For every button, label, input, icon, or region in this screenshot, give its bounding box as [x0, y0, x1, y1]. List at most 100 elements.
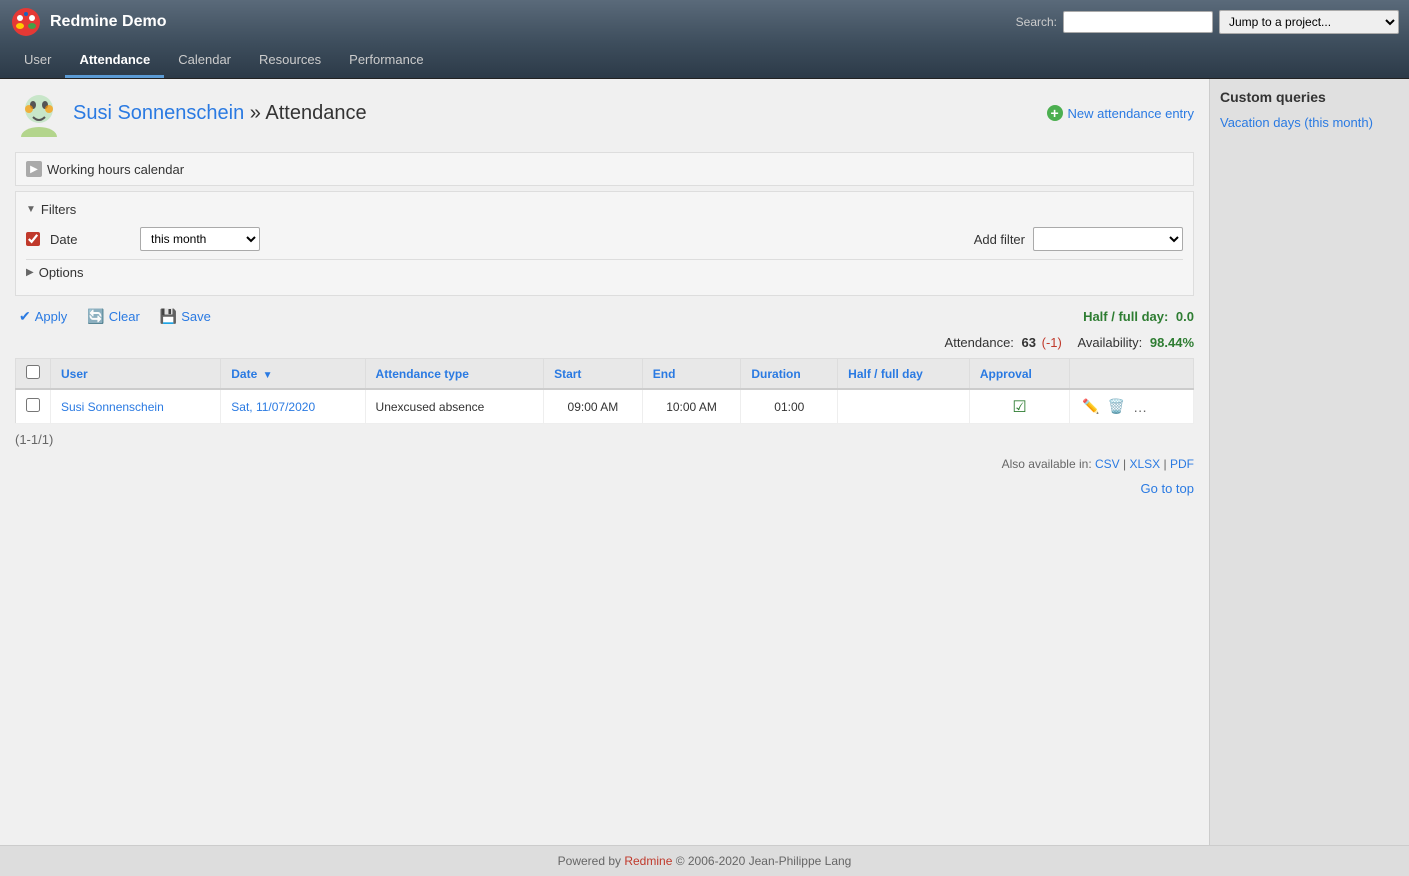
select-all-checkbox[interactable] — [26, 365, 40, 379]
clear-button[interactable]: 🔄 Clear — [83, 306, 144, 327]
options-label: Options — [39, 265, 84, 280]
plus-icon: + — [1047, 105, 1063, 121]
availability-label: Availability: — [1077, 335, 1142, 350]
date-filter-checkbox[interactable] — [26, 232, 40, 246]
row-duration-cell: 01:00 — [741, 389, 838, 424]
th-attendance-type-label: Attendance type — [376, 367, 469, 381]
nav-item-resources[interactable]: Resources — [245, 44, 335, 78]
row-end-cell: 10:00 AM — [642, 389, 741, 424]
row-user-link[interactable]: Susi Sonnenschein — [61, 400, 164, 414]
row-date-cell: Sat, 11/07/2020 — [221, 389, 365, 424]
date-filter-row: Date this month last month this week las… — [26, 227, 1183, 251]
content-wrapper: Susi Sonnenschein » Attendance + New att… — [0, 79, 1409, 845]
pagination: (1-1/1) — [15, 432, 1194, 447]
th-approval[interactable]: Approval — [969, 359, 1069, 390]
clear-label: Clear — [109, 309, 140, 324]
footer-brand-link[interactable]: Redmine — [624, 854, 672, 868]
attendance-table: User Date ▼ Attendance type Start End — [15, 358, 1194, 424]
th-start-label: Start — [554, 367, 581, 381]
th-checkbox — [16, 359, 51, 390]
export-pdf-link[interactable]: PDF — [1170, 457, 1194, 471]
left-actions: ✔ Apply 🔄 Clear 💾 Save — [15, 306, 215, 327]
go-to-top-link[interactable]: Go to top — [1141, 481, 1194, 496]
search-label: Search: — [1016, 15, 1057, 29]
sidebar-vacation-link[interactable]: Vacation days (this month) — [1220, 113, 1399, 132]
working-hours-section: ▶ Working hours calendar — [15, 152, 1194, 186]
nav-item-calendar[interactable]: Calendar — [164, 44, 245, 78]
th-start[interactable]: Start — [544, 359, 643, 390]
row-attendance-type-cell: Unexcused absence — [365, 389, 544, 424]
row-approval-cell: ☑ — [969, 389, 1069, 424]
logo-area: Redmine Demo — [10, 6, 166, 38]
project-jump-select[interactable]: Jump to a project... — [1219, 10, 1399, 34]
row-duration: 01:00 — [774, 400, 804, 414]
footer-text-before: Powered by — [558, 854, 625, 868]
new-attendance-entry-button[interactable]: + New attendance entry — [1047, 105, 1194, 121]
row-select-checkbox[interactable] — [26, 398, 40, 412]
row-action-buttons: ✏️ 🗑️ … — [1080, 396, 1183, 417]
working-hours-label: Working hours calendar — [47, 162, 184, 177]
th-half-full-day[interactable]: Half / full day — [838, 359, 970, 390]
search-area: Search: Jump to a project... — [1016, 10, 1399, 34]
half-full-day-display: Half / full day: 0.0 — [1083, 309, 1194, 324]
apply-button[interactable]: ✔ Apply — [15, 306, 71, 327]
page-title-area: Susi Sonnenschein » Attendance — [15, 89, 367, 137]
edit-row-button[interactable]: ✏️ — [1080, 396, 1101, 417]
th-duration-label: Duration — [751, 367, 800, 381]
date-filter-label: Date — [50, 232, 130, 247]
footer: Powered by Redmine © 2006-2020 Jean-Phil… — [0, 845, 1409, 876]
attendance-change: (-1) — [1042, 335, 1062, 350]
export-sep2: | — [1164, 457, 1167, 471]
th-attendance-type[interactable]: Attendance type — [365, 359, 544, 390]
apply-label: Apply — [35, 309, 68, 324]
filters-header[interactable]: ▼ Filters — [26, 202, 1183, 217]
footer-text-after: © 2006-2020 Jean-Philippe Lang — [672, 854, 851, 868]
page-section: Attendance — [265, 102, 366, 124]
sidebar-title: Custom queries — [1220, 89, 1399, 105]
row-half-full-day-cell — [838, 389, 970, 424]
search-input[interactable] — [1063, 11, 1213, 33]
actions-bar: ✔ Apply 🔄 Clear 💾 Save Half / full day: … — [15, 306, 1194, 327]
save-button[interactable]: 💾 Save — [156, 306, 215, 327]
attendance-label: Attendance: — [945, 335, 1014, 350]
th-duration[interactable]: Duration — [741, 359, 838, 390]
row-attendance-type: Unexcused absence — [376, 400, 485, 414]
add-filter-label: Add filter — [974, 232, 1025, 247]
page-header: Susi Sonnenschein » Attendance + New att… — [15, 89, 1194, 137]
nav-item-user[interactable]: User — [10, 44, 65, 78]
date-filter-select[interactable]: this month last month this week last wee… — [140, 227, 260, 251]
filters-label: Filters — [41, 202, 76, 217]
working-hours-expand-button[interactable]: ▶ — [26, 161, 42, 177]
user-breadcrumb-link[interactable]: Susi Sonnenschein — [73, 102, 244, 124]
th-date[interactable]: Date ▼ — [221, 359, 365, 390]
app-title: Redmine Demo — [50, 13, 166, 31]
export-sep1: | — [1123, 457, 1126, 471]
export-xlsx-link[interactable]: XLSX — [1130, 457, 1161, 471]
row-date-link[interactable]: Sat, 11/07/2020 — [231, 400, 315, 414]
table-header-row: User Date ▼ Attendance type Start End — [16, 359, 1194, 390]
save-icon: 💾 — [160, 308, 177, 325]
availability-value: 98.44% — [1150, 335, 1194, 350]
nav-item-attendance[interactable]: Attendance — [65, 44, 164, 78]
export-label: Also available in: — [1002, 457, 1092, 471]
filters-section: ▼ Filters Date this month last month thi… — [15, 191, 1194, 296]
more-row-button[interactable]: … — [1131, 397, 1149, 417]
row-actions-cell: ✏️ 🗑️ … — [1070, 389, 1194, 424]
go-to-top-section: Go to top — [15, 481, 1194, 496]
table-row: Susi Sonnenschein Sat, 11/07/2020 Unexcu… — [16, 389, 1194, 424]
th-end[interactable]: End — [642, 359, 741, 390]
pagination-text: (1-1/1) — [15, 432, 53, 447]
nav-item-performance[interactable]: Performance — [335, 44, 437, 78]
options-row[interactable]: ▶ Options — [26, 259, 1183, 285]
breadcrumb-separator: » — [250, 102, 266, 124]
add-filter-select[interactable] — [1033, 227, 1183, 251]
export-csv-link[interactable]: CSV — [1095, 457, 1120, 471]
save-label: Save — [181, 309, 211, 324]
delete-row-button[interactable]: 🗑️ — [1106, 396, 1127, 417]
page-title: Susi Sonnenschein » Attendance — [73, 102, 367, 125]
topbar: Redmine Demo Search: Jump to a project..… — [0, 0, 1409, 44]
main-content: Susi Sonnenschein » Attendance + New att… — [0, 79, 1209, 845]
th-user-label: User — [61, 367, 88, 381]
options-chevron-icon: ▶ — [26, 267, 34, 278]
th-user[interactable]: User — [51, 359, 221, 390]
